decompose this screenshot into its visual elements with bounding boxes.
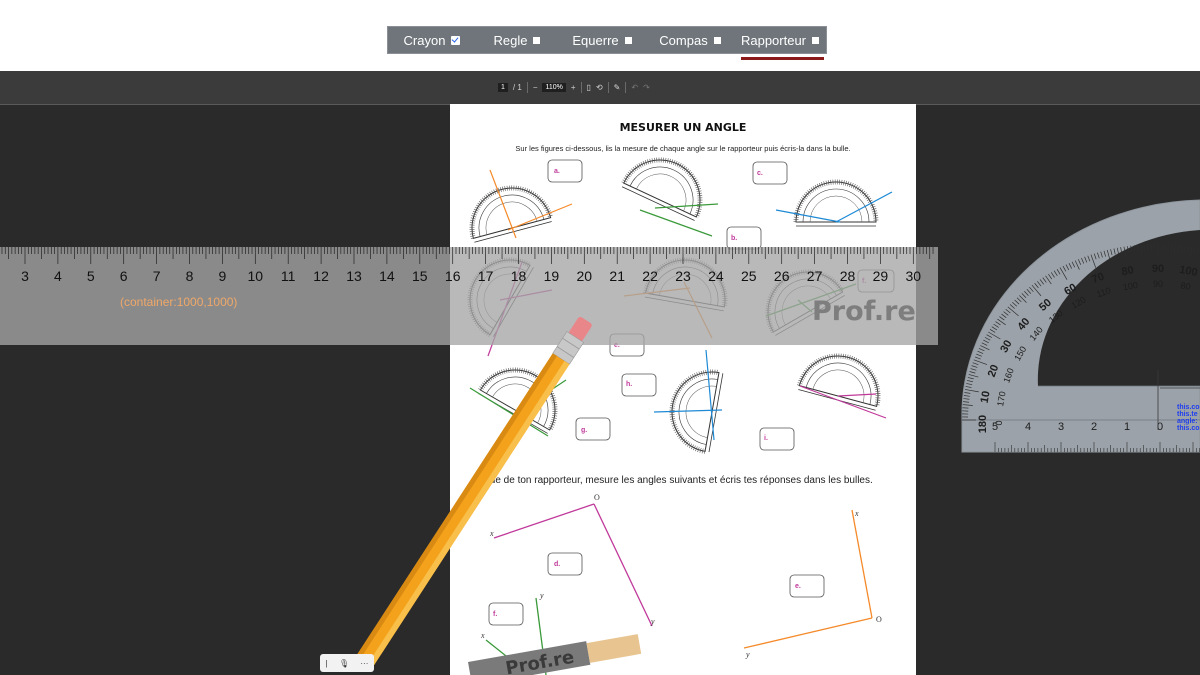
floating-mini-bar: | 🎙 ··· bbox=[320, 654, 374, 672]
pencil-tool[interactable]: Prof.re bbox=[0, 0, 1200, 675]
mini-bar-divider: | bbox=[325, 658, 328, 668]
pencil-body bbox=[356, 353, 570, 667]
pencil-stub: Prof.re bbox=[468, 634, 642, 675]
more-button[interactable]: ··· bbox=[360, 659, 368, 668]
mic-icon[interactable]: 🎙 bbox=[339, 659, 349, 668]
